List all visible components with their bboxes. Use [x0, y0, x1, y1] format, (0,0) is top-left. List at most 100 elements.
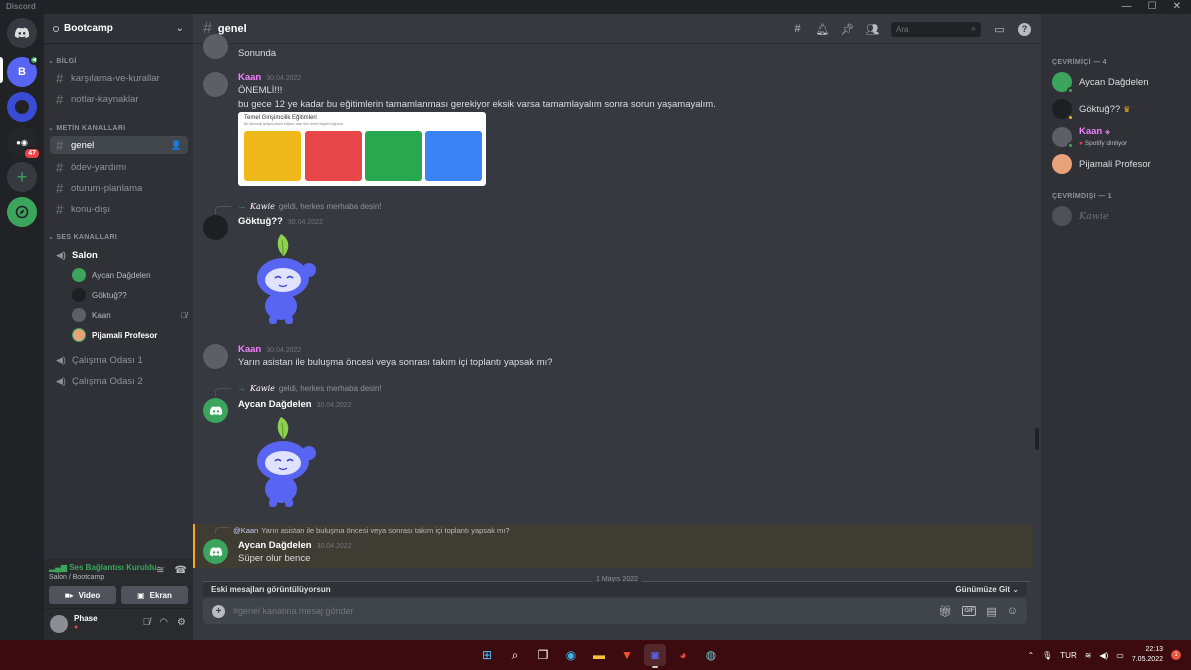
add-server-button[interactable]: +	[7, 162, 37, 192]
notification-badge[interactable]: 1	[1171, 650, 1181, 660]
system-message: → Kawie geldi, herkes merhaba desin!	[215, 201, 382, 214]
channel-genel[interactable]: # genel 👤	[50, 136, 188, 154]
gif-icon[interactable]: GIF	[962, 606, 977, 616]
wifi-icon[interactable]: ≋	[1085, 651, 1092, 660]
task-view-icon[interactable]: ❐	[532, 644, 554, 666]
reply-mention[interactable]: @Kaan	[233, 526, 258, 535]
mic-muted-icon: 🎙̸	[181, 310, 187, 320]
search-icon[interactable]: ⌕	[504, 644, 526, 666]
member-list: ÇEVRİMİÇİ — 4 Aycan Dağdelen Göktuğ?? ♛ K…	[1041, 14, 1191, 640]
message-author[interactable]: Aycan Dağdelen 30.04.2022	[238, 399, 352, 410]
inbox-icon[interactable]: ▭	[993, 23, 1006, 36]
channel-notlar[interactable]: # notlar-kaynaklar	[50, 90, 188, 108]
message-author[interactable]: Aycan Dağdelen 30.04.2022	[238, 540, 352, 551]
wumpus-sticker[interactable]	[245, 415, 321, 509]
pin-icon[interactable]: 📌︎	[841, 23, 855, 36]
voice-channel-calisma-2[interactable]: ◀) Çalışma Odası 2	[50, 372, 143, 390]
volume-icon[interactable]: ◀)	[1099, 651, 1108, 660]
hash-icon: #	[56, 70, 64, 86]
discord-icon	[14, 27, 30, 39]
clock[interactable]: 22:13 7.05.2022	[1132, 645, 1163, 665]
upload-plus-icon[interactable]: +	[212, 604, 225, 618]
member-item[interactable]: Pijamali Profesor	[1052, 153, 1187, 175]
avatar[interactable]	[203, 344, 228, 369]
wumpus-sticker[interactable]	[245, 232, 321, 326]
message-author[interactable]: Kaan 30.04.2022	[238, 344, 301, 355]
emoji-icon[interactable]: ☺	[1007, 605, 1018, 617]
timestamp: 30.04.2022	[316, 543, 352, 550]
screen-share-button[interactable]: ▣ Ekran	[121, 586, 188, 604]
message-author[interactable]: Göktuğ?? 30.04.2022	[238, 216, 323, 227]
category-voice[interactable]: ⌄ SES KANALLARI	[48, 233, 117, 241]
bell-icon[interactable]: 🔔︎	[816, 23, 830, 36]
battery-icon[interactable]: ▭	[1116, 651, 1124, 660]
language-indicator[interactable]: TUR	[1060, 651, 1076, 660]
chevron-up-icon[interactable]: ⌃	[1027, 651, 1034, 660]
members-icon[interactable]: 👥︎	[866, 23, 880, 36]
voice-user[interactable]: Kaan 🎙̸	[72, 306, 187, 324]
message-author[interactable]: Kaan 30.04.2022	[238, 72, 301, 83]
scrollbar[interactable]	[1035, 428, 1039, 450]
joined-user[interactable]: Kawie	[250, 202, 275, 211]
server-bootcamp[interactable]: B ◀	[7, 55, 39, 87]
channel-oturum[interactable]: # oturum-planlama	[50, 179, 188, 197]
server-group-icon: ●◉	[16, 137, 28, 147]
voice-status[interactable]: ▂▄▆ Ses Bağlantısı Kuruldu	[49, 563, 157, 572]
reply-reference[interactable]: @Kaan Yarın asistan ile buluşma öncesi ve…	[215, 526, 510, 535]
help-icon[interactable]: ?	[1018, 22, 1031, 36]
avatar[interactable]	[203, 539, 228, 564]
sticker-icon[interactable]: ▤	[986, 605, 996, 618]
close-button[interactable]: ✕	[1173, 0, 1181, 14]
video-button[interactable]: ■▸ Video	[49, 586, 116, 604]
voice-user[interactable]: Aycan Dağdelen	[72, 266, 187, 284]
start-windows-icon[interactable]: ⊞	[476, 644, 498, 666]
member-item[interactable]: Aycan Dağdelen	[1052, 71, 1187, 94]
member-item[interactable]: Kaan ◈ ● Spotify dinliyor	[1052, 125, 1187, 149]
image-attachment[interactable]: Temel Girişimcilik Eğitimleri Bir teknol…	[238, 112, 486, 186]
avatar[interactable]	[203, 398, 228, 423]
server-logo	[15, 100, 29, 114]
channel-karsilama[interactable]: # karşılama-ve-kurallar	[50, 69, 188, 87]
jump-to-present-button[interactable]: Günümüze Git ⌄	[955, 585, 1019, 594]
voice-channel-salon[interactable]: ◀) Salon	[50, 246, 98, 264]
voice-channel-calisma-1[interactable]: ◀) Çalışma Odası 1	[50, 351, 143, 369]
category-info[interactable]: ⌄ BİLGİ	[48, 57, 77, 65]
mic-muted-icon[interactable]: 🎙̸	[143, 617, 151, 628]
guild-header[interactable]: Bootcamp ⌄	[44, 14, 193, 44]
headphones-icon[interactable]: ◠	[159, 617, 168, 628]
member-item[interactable]: Kawie	[1052, 205, 1187, 227]
avatar[interactable]	[203, 34, 228, 59]
threads-icon[interactable]: #	[791, 23, 804, 36]
globe-icon[interactable]: ◍	[700, 644, 722, 666]
avatar	[72, 268, 86, 282]
invite-icon[interactable]: 👤	[171, 140, 182, 151]
member-item[interactable]: Göktuğ?? ♛	[1052, 98, 1187, 121]
channel-odev[interactable]: # ödev-yardımı	[50, 158, 188, 176]
discord-taskbar-icon[interactable]: ◙	[644, 644, 666, 668]
avatar[interactable]	[203, 215, 228, 240]
voice-user[interactable]: Pijamali Profesor	[72, 326, 187, 344]
chrome-icon[interactable]: ◕	[672, 644, 694, 666]
mic-icon[interactable]: 🎙︎	[1042, 651, 1052, 660]
message-input[interactable]: + #genel kanalına mesaj gönder 🎁︎ GIF ▤ …	[203, 598, 1027, 624]
voice-user[interactable]: Göktuğ??	[72, 286, 187, 304]
avatar[interactable]	[50, 615, 68, 633]
gear-icon[interactable]: ⚙	[177, 617, 186, 628]
avatar[interactable]	[203, 72, 228, 97]
edge-icon[interactable]: ◉	[560, 644, 582, 666]
home-button[interactable]	[7, 18, 37, 48]
brave-icon[interactable]: ▼	[616, 644, 638, 666]
explore-servers-button[interactable]	[7, 197, 37, 227]
file-explorer-icon[interactable]: ▬	[588, 644, 610, 666]
category-text[interactable]: ⌄ METİN KANALLARI	[48, 124, 125, 132]
channel-konu-disi[interactable]: # konu-dışı	[50, 200, 188, 218]
server-3[interactable]: ●◉ 47	[7, 127, 41, 160]
gift-icon[interactable]: 🎁︎	[938, 605, 952, 618]
maximize-button[interactable]: ☐	[1148, 0, 1157, 14]
server-2[interactable]	[7, 92, 37, 122]
noise-suppression-icon[interactable]: ≋	[156, 565, 164, 576]
joined-user[interactable]: Kawie	[250, 384, 275, 393]
search-input[interactable]: Ara ⌕	[891, 21, 981, 37]
disconnect-icon[interactable]: ☎	[175, 565, 187, 576]
minimize-button[interactable]: —	[1122, 0, 1132, 14]
